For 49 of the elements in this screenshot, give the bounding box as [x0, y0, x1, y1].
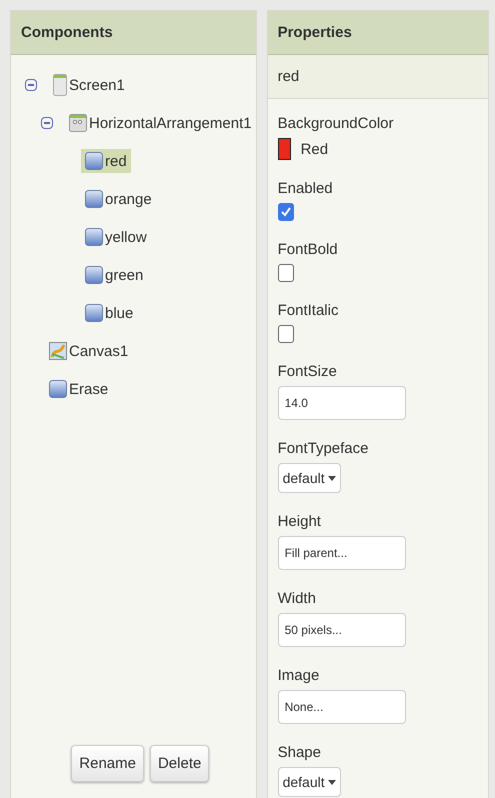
tree-item[interactable]: Erase	[45, 377, 112, 401]
tree-item[interactable]: red	[81, 149, 131, 173]
tree-item[interactable]: HorizontalArrangement1	[65, 111, 256, 135]
checkbox[interactable]	[278, 264, 294, 282]
property-label: Height	[278, 513, 322, 530]
canvas-icon	[49, 342, 67, 360]
property-label: Width	[278, 590, 317, 607]
property-label: FontBold	[278, 241, 339, 258]
action-button[interactable]: Rename	[71, 745, 144, 782]
text-field[interactable]: 14.0	[278, 386, 406, 420]
property-label: Shape	[278, 744, 322, 761]
checkmark-icon	[280, 207, 291, 217]
property-label: BackgroundColor	[278, 115, 394, 132]
property-label: FontTypeface	[278, 440, 370, 457]
dropdown[interactable]: default	[278, 767, 341, 797]
collapse-toggle[interactable]	[25, 79, 37, 91]
component-name: red	[268, 55, 488, 99]
arrangement-icon	[69, 114, 87, 132]
action-button[interactable]: Delete	[150, 745, 210, 782]
checkbox[interactable]	[278, 325, 294, 343]
tree-item[interactable]: orange	[81, 187, 156, 211]
button-icon	[49, 380, 67, 398]
checkbox[interactable]	[278, 203, 294, 221]
caret-icon	[328, 476, 336, 480]
dropdown[interactable]: default	[278, 463, 341, 493]
text-field[interactable]: Fill parent...	[278, 536, 406, 570]
tree-item[interactable]: blue	[81, 301, 138, 325]
button-icon	[85, 152, 103, 170]
screen-icon	[53, 74, 67, 96]
property-label: Image	[278, 667, 320, 684]
button-icon	[85, 190, 103, 208]
color-swatch[interactable]	[278, 138, 291, 160]
collapse-toggle[interactable]	[41, 117, 53, 129]
tree-item[interactable]: Screen1	[49, 71, 129, 99]
color-name[interactable]: Red	[300, 140, 328, 158]
property-label: FontItalic	[278, 302, 340, 319]
tree-item[interactable]: yellow	[81, 225, 151, 249]
text-field[interactable]: None...	[278, 690, 406, 724]
tree-item[interactable]: green	[81, 263, 148, 287]
panel-title: Components	[11, 11, 256, 55]
caret-icon	[328, 780, 336, 784]
text-field[interactable]: 50 pixels...	[278, 613, 406, 647]
tree-item[interactable]: Canvas1	[45, 339, 132, 363]
panel-title: Properties	[268, 11, 488, 55]
property-label: Enabled	[278, 180, 334, 197]
button-icon	[85, 304, 103, 322]
property-label: FontSize	[278, 363, 338, 380]
button-icon	[85, 228, 103, 246]
button-icon	[85, 266, 103, 284]
